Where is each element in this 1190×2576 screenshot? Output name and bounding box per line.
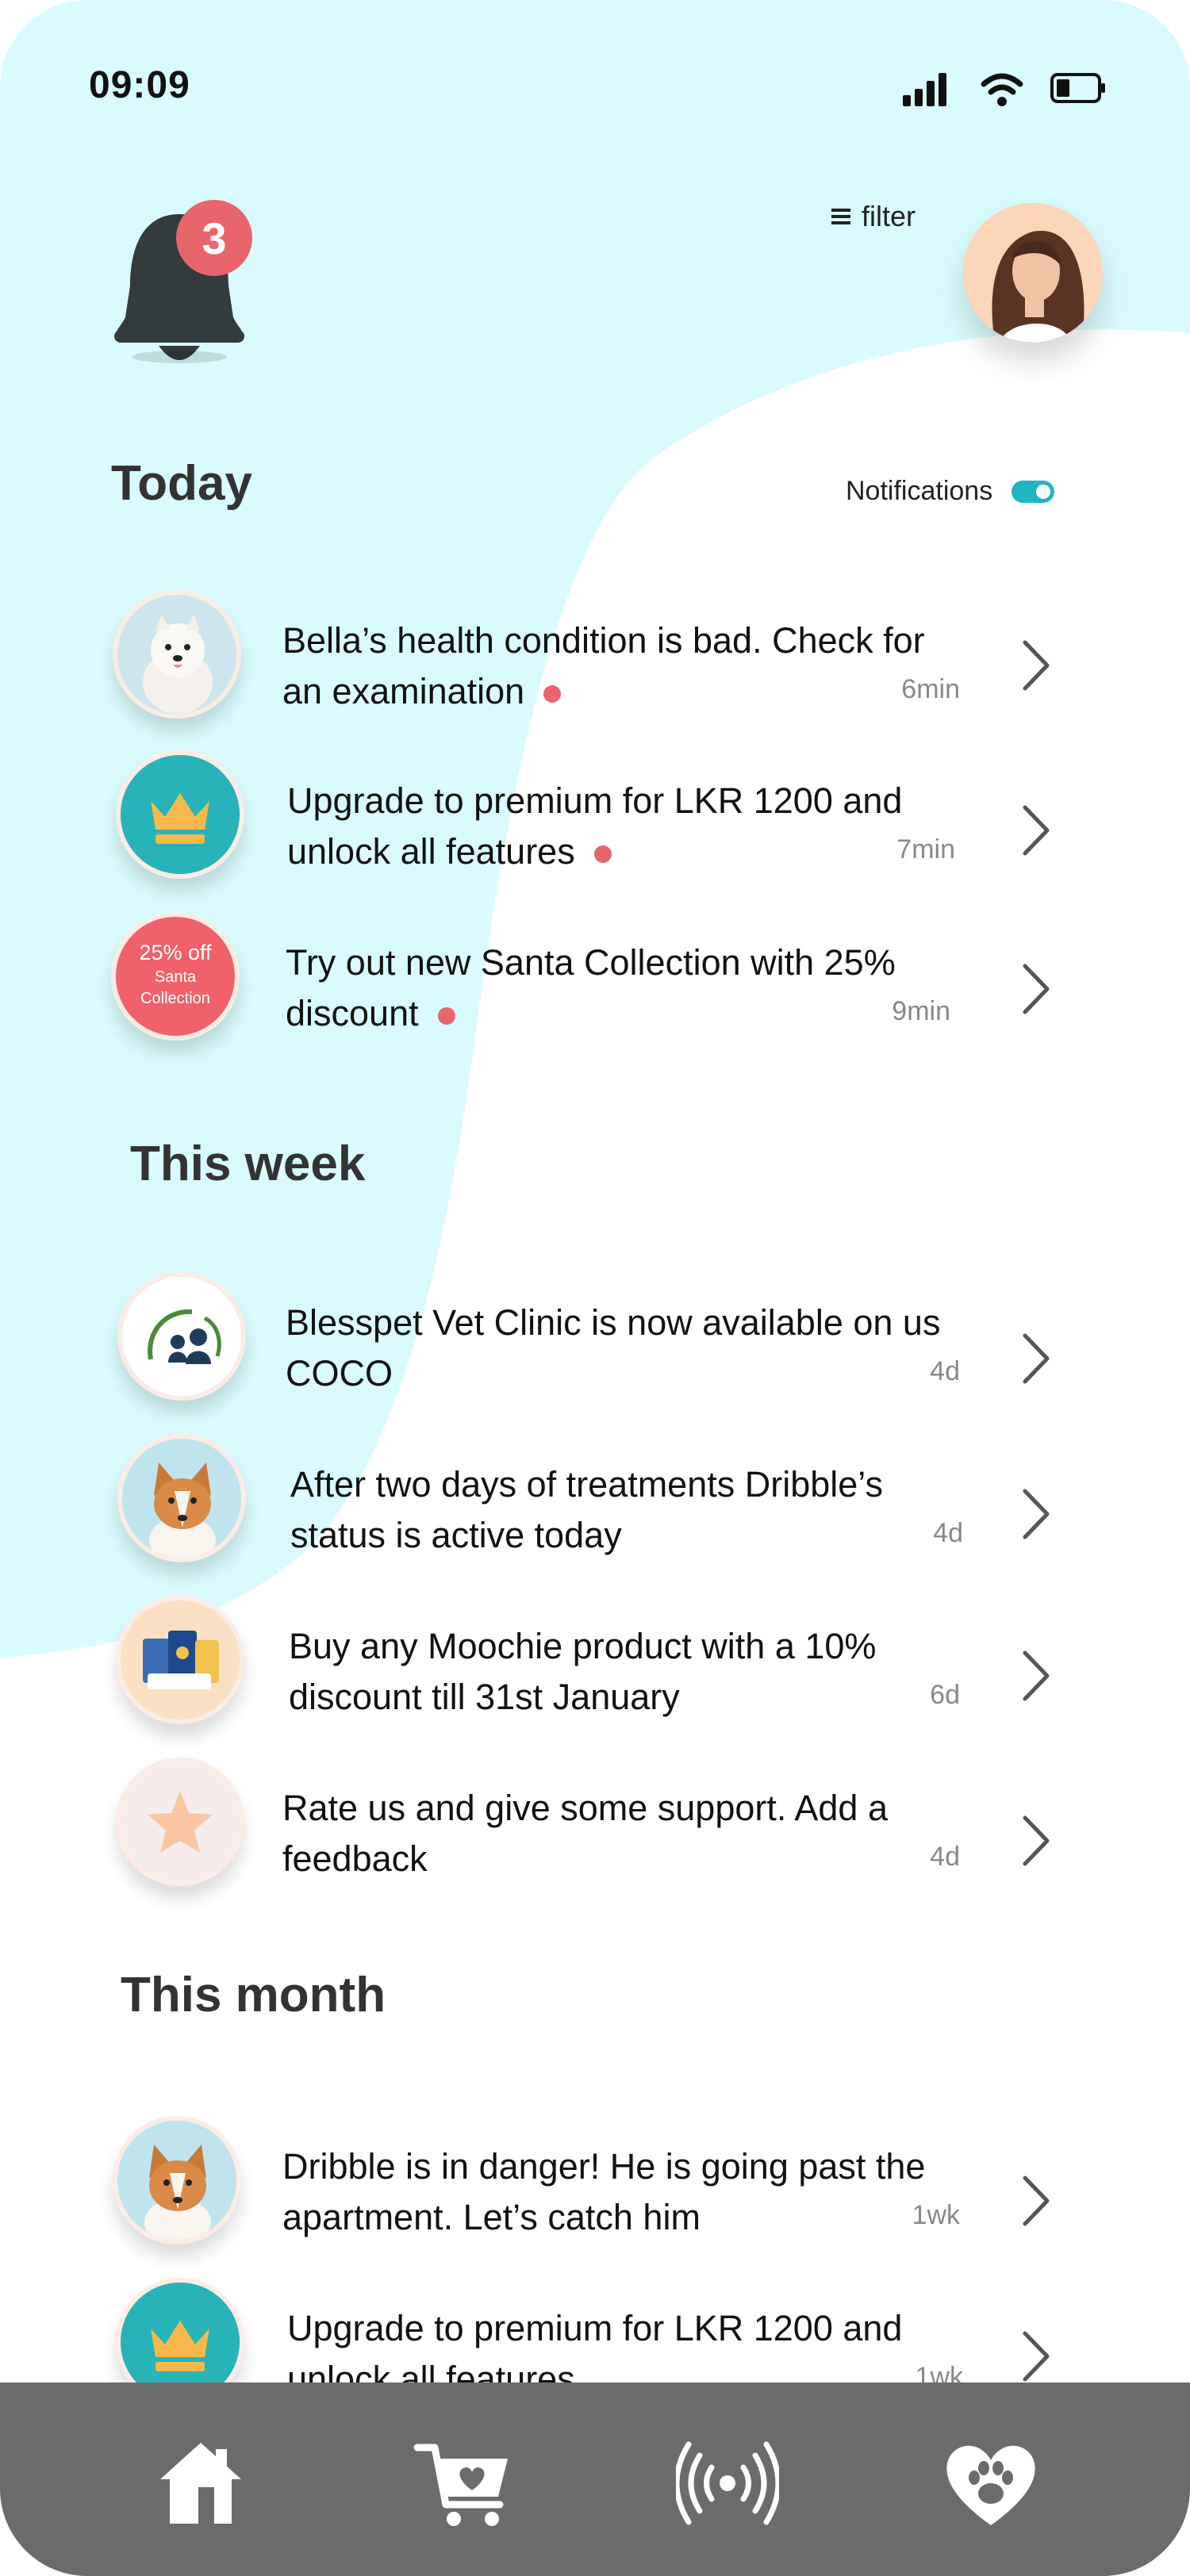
- signal-icon[interactable]: [676, 2432, 779, 2535]
- chevron-right-icon[interactable]: [1020, 2329, 1052, 2384]
- sale-badge: 25% off Santa Collection: [111, 912, 240, 1041]
- crown-icon: [116, 750, 244, 879]
- battery-icon: [1050, 73, 1105, 103]
- bottom-tab-bar: [0, 2382, 1190, 2576]
- avatar-portrait: [963, 203, 1103, 343]
- unread-dot: [593, 845, 612, 864]
- notification-item[interactable]: 25% off Santa Collection Try out new San…: [0, 912, 1190, 1063]
- notification-time: 4d: [930, 1842, 960, 1872]
- notification-message: Bella’s health condition is bad. Check f…: [282, 620, 925, 711]
- status-icons: [903, 73, 1105, 106]
- samoyed-dog-photo: [113, 590, 241, 719]
- notification-item[interactable]: Dribble is in danger! He is going past t…: [0, 2116, 1190, 2267]
- chevron-right-icon[interactable]: [1020, 961, 1052, 1017]
- menu-lines-icon: [831, 209, 850, 224]
- toggle-knob: [1036, 484, 1051, 499]
- notification-time: 1wk: [912, 2200, 960, 2230]
- notification-message: Try out new Santa Collection with 25% di…: [286, 942, 896, 1033]
- notification-count-badge: 3: [176, 200, 252, 276]
- notification-item[interactable]: Blesspet Vet Clinic is now available on …: [0, 1272, 1190, 1423]
- unread-dot: [543, 685, 562, 703]
- chevron-right-icon[interactable]: [1020, 1813, 1052, 1869]
- notification-item[interactable]: Bella’s health condition is bad. Check f…: [0, 590, 1190, 741]
- chevron-right-icon[interactable]: [1020, 803, 1052, 858]
- notification-time: 9min: [892, 996, 950, 1026]
- notifications-screen: 09:09 3 filter Today Notifications Bella…: [0, 0, 1190, 2576]
- notifications-label: Notifications: [846, 476, 993, 506]
- notification-time: 7min: [896, 834, 955, 864]
- notification-time: 4d: [933, 1518, 963, 1548]
- filter-button[interactable]: filter: [831, 200, 916, 233]
- sale-badge-line1: 25% off: [139, 941, 212, 964]
- chevron-right-icon[interactable]: [1020, 1486, 1052, 1542]
- paw-heart-icon[interactable]: [939, 2432, 1042, 2535]
- notification-item[interactable]: Upgrade to premium for LKR 1200 and unlo…: [0, 750, 1190, 901]
- chevron-right-icon[interactable]: [1020, 638, 1052, 693]
- unread-dot: [437, 1007, 455, 1025]
- chevron-right-icon[interactable]: [1020, 1331, 1052, 1386]
- star-icon: [116, 1758, 244, 1886]
- notifications-toggle-row: Notifications: [846, 476, 1055, 507]
- notification-time: 6d: [930, 1680, 960, 1710]
- moochie-products: [116, 1596, 244, 1724]
- notification-time: 6min: [901, 674, 960, 704]
- chevron-right-icon[interactable]: [1020, 2173, 1052, 2229]
- sale-badge-line3: Collection: [140, 990, 210, 1007]
- chevron-right-icon[interactable]: [1020, 1648, 1052, 1704]
- notification-time: 4d: [930, 1356, 960, 1386]
- filter-label: filter: [862, 200, 916, 232]
- notification-item[interactable]: Rate us and give some support. Add a fee…: [0, 1758, 1190, 1908]
- cart-heart-icon[interactable]: [411, 2432, 514, 2535]
- section-title-this-week: This week: [130, 1137, 366, 1191]
- cellular-signal-icon: [903, 73, 946, 106]
- home-icon[interactable]: [149, 2432, 252, 2535]
- section-title-today: Today: [111, 456, 252, 511]
- notification-item[interactable]: Buy any Moochie product with a 10% disco…: [0, 1596, 1190, 1746]
- vet-clinic-logo: [117, 1272, 246, 1401]
- user-avatar[interactable]: [963, 203, 1103, 343]
- notification-item[interactable]: After two days of treatments Dribble’s s…: [0, 1434, 1190, 1585]
- status-time: 09:09: [89, 64, 190, 106]
- notifications-toggle[interactable]: [1012, 480, 1055, 503]
- section-title-this-month: This month: [121, 1968, 386, 2022]
- wifi-icon: [981, 73, 1023, 106]
- corgi-photo: [113, 2116, 241, 2244]
- corgi-photo: [117, 1434, 246, 1562]
- sale-badge-line2: Santa: [154, 968, 197, 986]
